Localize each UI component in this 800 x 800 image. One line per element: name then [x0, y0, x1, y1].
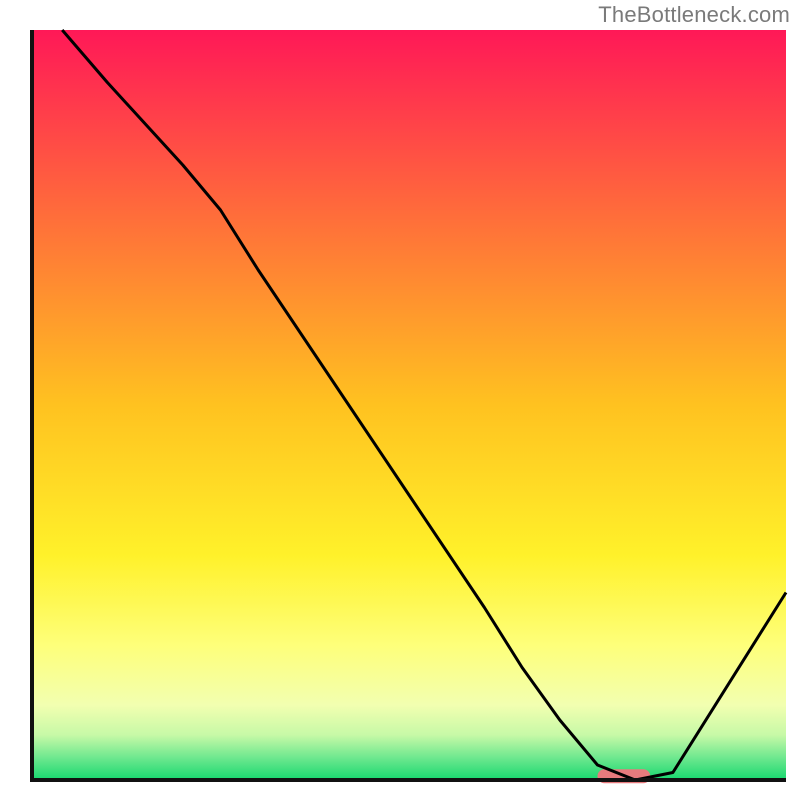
watermark-label: TheBottleneck.com: [598, 2, 790, 28]
bottleneck-chart: [0, 0, 800, 800]
chart-container: TheBottleneck.com: [0, 0, 800, 800]
plot-background: [32, 30, 786, 780]
